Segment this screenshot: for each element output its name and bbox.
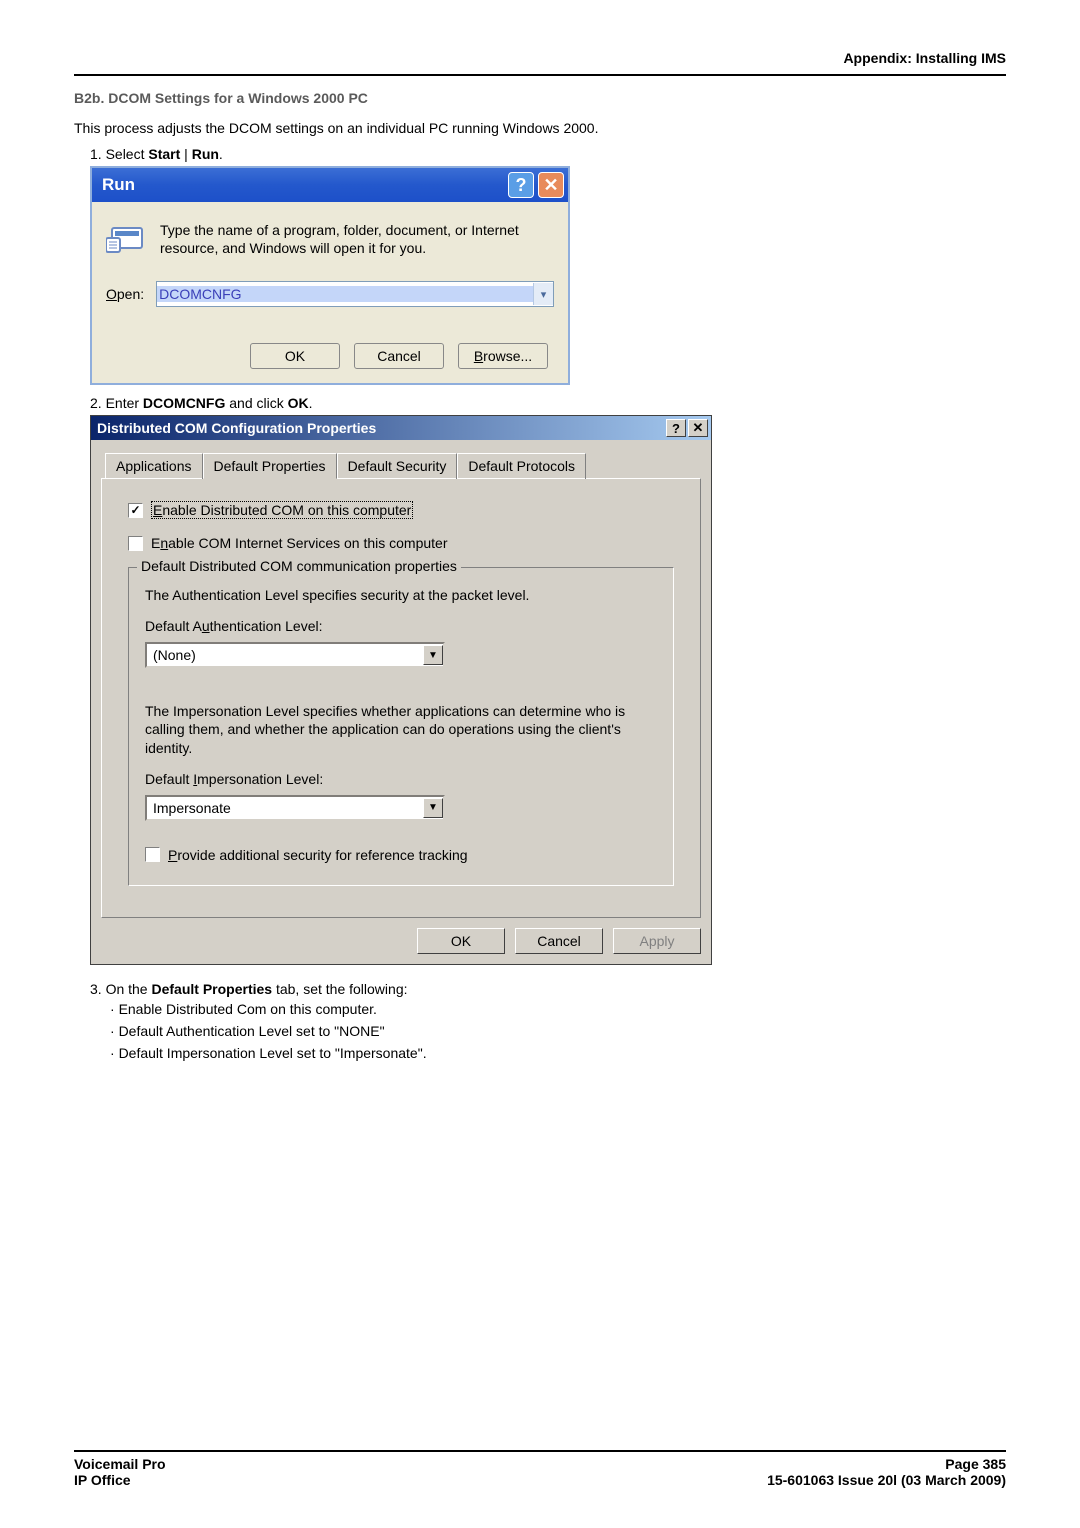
step-1-sep: | [180, 146, 191, 162]
appendix-title: Appendix: Installing IMS [74, 50, 1006, 66]
imp-description: The Impersonation Level specifies whethe… [145, 702, 657, 757]
groupbox-communication-properties: Default Distributed COM communication pr… [128, 567, 674, 886]
intro-text: This process adjusts the DCOM settings o… [74, 120, 1006, 136]
bullet-1: Enable Distributed Com on this computer. [110, 1001, 1006, 1017]
step-2-cmd: DCOMCNFG [143, 395, 225, 411]
step-2-mid: and click [225, 395, 287, 411]
footer-right-2: 15-601063 Issue 20l (03 March 2009) [767, 1472, 1006, 1488]
close-icon[interactable]: ✕ [538, 172, 564, 198]
footer-left-2: IP Office [74, 1472, 131, 1488]
auth-level-value: (None) [153, 647, 423, 663]
footer-right-1: Page 385 [945, 1456, 1006, 1472]
run-open-label: Open: [106, 286, 144, 302]
run-title: Run [102, 175, 504, 195]
auth-level-dropdown[interactable]: (None) ▼ [145, 642, 445, 668]
dcom-title: Distributed COM Configuration Properties [97, 420, 664, 436]
apply-button[interactable]: Apply [613, 928, 701, 954]
browse-button[interactable]: Browse... [458, 343, 548, 369]
imp-level-dropdown[interactable]: Impersonate ▼ [145, 795, 445, 821]
dcom-dialog: Distributed COM Configuration Properties… [90, 415, 712, 965]
chevron-down-icon[interactable]: ▼ [423, 645, 443, 665]
cancel-button[interactable]: Cancel [515, 928, 603, 954]
dcom-titlebar: Distributed COM Configuration Properties… [91, 416, 711, 440]
divider-top [74, 74, 1006, 76]
imp-level-value: Impersonate [153, 800, 423, 816]
step-2-prefix: 2. Enter [90, 395, 143, 411]
checkbox-enable-dcom[interactable]: Enable Distributed COM on this computer [128, 501, 674, 519]
checkbox-label: Provide additional security for referenc… [168, 847, 468, 863]
divider-bottom [74, 1450, 1006, 1452]
step-1-run: Run [192, 146, 219, 162]
run-titlebar: Run ? ✕ [92, 168, 568, 202]
auth-level-label: Default Authentication Level: [145, 618, 657, 634]
page-footer: Voicemail Pro Page 385 IP Office 15-6010… [74, 1450, 1006, 1488]
run-open-combo[interactable]: ▾ [156, 281, 554, 307]
auth-description: The Authentication Level specifies secur… [145, 586, 657, 604]
step-3-suffix: tab, set the following: [272, 981, 407, 997]
ok-button[interactable]: OK [250, 343, 340, 369]
checkbox-icon[interactable] [128, 503, 143, 518]
step-1-start: Start [148, 146, 180, 162]
checkbox-enable-internet-services[interactable]: Enable COM Internet Services on this com… [128, 535, 674, 551]
run-open-input[interactable] [157, 286, 533, 302]
imp-level-label: Default Impersonation Level: [145, 771, 657, 787]
step-3-tab: Default Properties [151, 981, 272, 997]
step-3: 3. On the Default Properties tab, set th… [90, 981, 1006, 997]
step-1-suffix: . [219, 146, 223, 162]
step-1: 1. Select Start | Run. [90, 146, 1006, 162]
tab-applications[interactable]: Applications [105, 453, 203, 479]
dcom-tabs: Applications Default Properties Default … [105, 452, 701, 478]
help-icon[interactable]: ? [666, 419, 686, 437]
checkbox-icon[interactable] [128, 536, 143, 551]
run-dialog: Run ? ✕ Type the name of a program, fold… [90, 166, 570, 385]
dcom-panel: Enable Distributed COM on this computer … [101, 478, 701, 918]
bullet-3: Default Impersonation Level set to "Impe… [110, 1045, 1006, 1061]
step-2: 2. Enter DCOMCNFG and click OK. [90, 395, 1006, 411]
bullet-2: Default Authentication Level set to "NON… [110, 1023, 1006, 1039]
cancel-button[interactable]: Cancel [354, 343, 444, 369]
tab-default-properties[interactable]: Default Properties [203, 453, 337, 479]
run-description: Type the name of a program, folder, docu… [160, 222, 554, 257]
run-body: Type the name of a program, folder, docu… [92, 202, 568, 383]
step-2-suffix: . [309, 395, 313, 411]
section-heading: B2b. DCOM Settings for a Windows 2000 PC [74, 90, 1006, 106]
footer-left-1: Voicemail Pro [74, 1456, 166, 1472]
step-1-prefix: 1. Select [90, 146, 148, 162]
step-3-prefix: 3. On the [90, 981, 151, 997]
help-icon[interactable]: ? [508, 172, 534, 198]
ok-button[interactable]: OK [417, 928, 505, 954]
checkbox-label: Enable COM Internet Services on this com… [151, 535, 447, 551]
checkbox-icon[interactable] [145, 847, 160, 862]
tab-default-protocols[interactable]: Default Protocols [457, 453, 586, 479]
checkbox-label: Enable Distributed COM on this computer [151, 501, 413, 519]
chevron-down-icon[interactable]: ▾ [533, 283, 553, 305]
groupbox-title: Default Distributed COM communication pr… [137, 558, 461, 574]
tab-default-security[interactable]: Default Security [337, 453, 458, 479]
chevron-down-icon[interactable]: ▼ [423, 798, 443, 818]
checkbox-reference-tracking[interactable]: Provide additional security for referenc… [145, 847, 657, 863]
step-2-ok: OK [288, 395, 309, 411]
run-icon [106, 224, 146, 256]
close-icon[interactable]: ✕ [688, 419, 708, 437]
